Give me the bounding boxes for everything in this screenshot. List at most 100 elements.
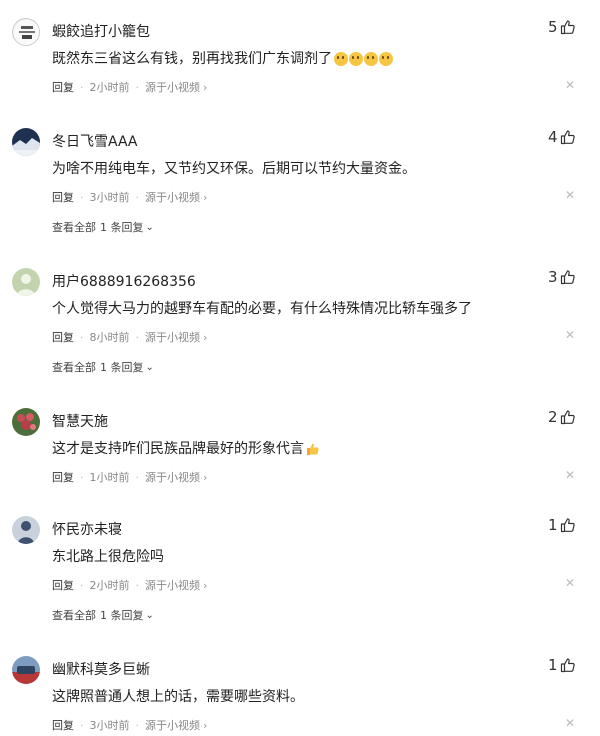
view-all-label: 查看全部: [52, 361, 96, 374]
source-link[interactable]: 源于小视频: [145, 717, 200, 733]
view-all-label: 查看全部: [52, 221, 96, 234]
separator: ·: [135, 80, 140, 94]
like-button[interactable]: 4: [548, 128, 576, 146]
chevron-right-icon: ›: [203, 470, 208, 484]
thumbs-up-icon: [560, 270, 575, 285]
separator: ·: [80, 718, 84, 732]
avatar-image: [14, 20, 39, 45]
thumbs-up-icon: [560, 410, 575, 425]
like-button[interactable]: 3: [548, 268, 576, 286]
reply-count: 1 条回复: [100, 221, 144, 234]
reply-count: 1 条回复: [100, 361, 144, 374]
timestamp: 2小时前: [89, 81, 130, 94]
thumbs-up-icon: [560, 518, 575, 533]
like-button[interactable]: 2: [548, 408, 576, 426]
comment-text: 这才是支持咋们民族品牌最好的形象代言: [52, 438, 320, 458]
avatar-image: [12, 128, 40, 156]
smile-emoji-icon: [334, 52, 348, 66]
username[interactable]: 智慧天施: [52, 411, 108, 431]
like-button[interactable]: 1: [548, 656, 576, 674]
chevron-right-icon: ›: [203, 330, 208, 344]
separator: ·: [80, 578, 84, 592]
chevron-right-icon: ›: [203, 190, 208, 204]
close-icon[interactable]: ✕: [564, 576, 576, 590]
source-link[interactable]: 源于小视频: [145, 189, 200, 205]
smile-emoji-icon: [364, 52, 378, 66]
avatar[interactable]: [12, 128, 40, 156]
timestamp: 3小时前: [89, 719, 130, 732]
reply-button[interactable]: 回复: [52, 79, 74, 95]
comment-text: 为啥不用纯电车，又节约又环保。后期可以节约大量资金。: [52, 161, 416, 177]
like-count: 4: [548, 128, 558, 146]
separator: ·: [80, 330, 84, 344]
reply-button[interactable]: 回复: [52, 329, 74, 345]
avatar-image: [12, 408, 40, 436]
timestamp: 8小时前: [89, 331, 130, 344]
avatar[interactable]: [12, 268, 40, 296]
chevron-right-icon: ›: [203, 578, 208, 592]
like-button[interactable]: 1: [548, 516, 576, 534]
separator: ·: [135, 718, 140, 732]
comment-meta: 回复 · 2小时前 · 源于小视频 ›: [52, 577, 207, 593]
username[interactable]: 蝦餃追打小籠包: [52, 21, 150, 41]
comment-meta: 回复 · 3小时前 · 源于小视频 ›: [52, 717, 207, 733]
comment-meta: 回复 · 8小时前 · 源于小视频 ›: [52, 329, 207, 345]
avatar[interactable]: [12, 18, 40, 46]
chevron-right-icon: ›: [203, 718, 208, 732]
chevron-right-icon: ›: [203, 80, 208, 94]
thumbs-up-icon: [560, 658, 575, 673]
like-count: 1: [548, 656, 558, 674]
timestamp: 2小时前: [89, 579, 130, 592]
username[interactable]: 怀民亦未寝: [52, 519, 122, 539]
separator: ·: [80, 80, 84, 94]
like-button[interactable]: 5: [548, 18, 576, 36]
avatar-image: [12, 656, 40, 684]
separator: ·: [135, 470, 140, 484]
avatar[interactable]: [12, 516, 40, 544]
source-link[interactable]: 源于小视频: [145, 577, 200, 593]
reply-button[interactable]: 回复: [52, 469, 74, 485]
like-count: 1: [548, 516, 558, 534]
view-replies-link[interactable]: 查看全部 1 条回复 ⌄: [52, 219, 154, 235]
reply-count: 1 条回复: [100, 609, 144, 622]
view-replies-link[interactable]: 查看全部 1 条回复 ⌄: [52, 359, 154, 375]
reply-button[interactable]: 回复: [52, 189, 74, 205]
close-icon[interactable]: ✕: [564, 328, 576, 342]
comment-meta: 回复 · 1小时前 · 源于小视频 ›: [52, 469, 207, 485]
avatar-image: [12, 516, 40, 544]
avatar[interactable]: [12, 656, 40, 684]
separator: ·: [80, 470, 84, 484]
username[interactable]: 幽默科莫多巨蜥: [52, 659, 150, 679]
comment-meta: 回复 · 2小时前 · 源于小视频 ›: [52, 79, 207, 95]
separator: ·: [135, 578, 140, 592]
like-count: 2: [548, 408, 558, 426]
comment-text: 既然东三省这么有钱，别再找我们广东调剂了: [52, 48, 394, 68]
username[interactable]: 用户6888916268356: [52, 271, 196, 291]
comment-meta: 回复 · 3小时前 · 源于小视频 ›: [52, 189, 207, 205]
close-icon[interactable]: ✕: [564, 188, 576, 202]
thumbs-up-emoji-icon: [306, 442, 320, 456]
source-link[interactable]: 源于小视频: [145, 79, 200, 95]
separator: ·: [135, 190, 140, 204]
close-icon[interactable]: ✕: [564, 78, 576, 92]
view-replies-link[interactable]: 查看全部 1 条回复 ⌄: [52, 607, 154, 623]
reply-button[interactable]: 回复: [52, 717, 74, 733]
chevron-down-icon: ⌄: [145, 221, 154, 233]
chevron-down-icon: ⌄: [145, 609, 154, 621]
like-count: 3: [548, 268, 558, 286]
close-icon[interactable]: ✕: [564, 716, 576, 730]
comment-text: 个人觉得大马力的越野车有配的必要，有什么特殊情况比轿车强多了: [52, 301, 472, 317]
avatar-image: [12, 268, 40, 296]
separator: ·: [80, 190, 84, 204]
reply-button[interactable]: 回复: [52, 577, 74, 593]
username[interactable]: 冬日飞雪AAA: [52, 131, 138, 151]
view-all-label: 查看全部: [52, 609, 96, 622]
avatar[interactable]: [12, 408, 40, 436]
smile-emoji-icon: [349, 52, 363, 66]
comment-text: 这牌照普通人想上的话，需要哪些资料。: [52, 689, 304, 705]
source-link[interactable]: 源于小视频: [145, 469, 200, 485]
chevron-down-icon: ⌄: [145, 361, 154, 373]
close-icon[interactable]: ✕: [564, 468, 576, 482]
smile-emoji-icon: [379, 52, 393, 66]
source-link[interactable]: 源于小视频: [145, 329, 200, 345]
